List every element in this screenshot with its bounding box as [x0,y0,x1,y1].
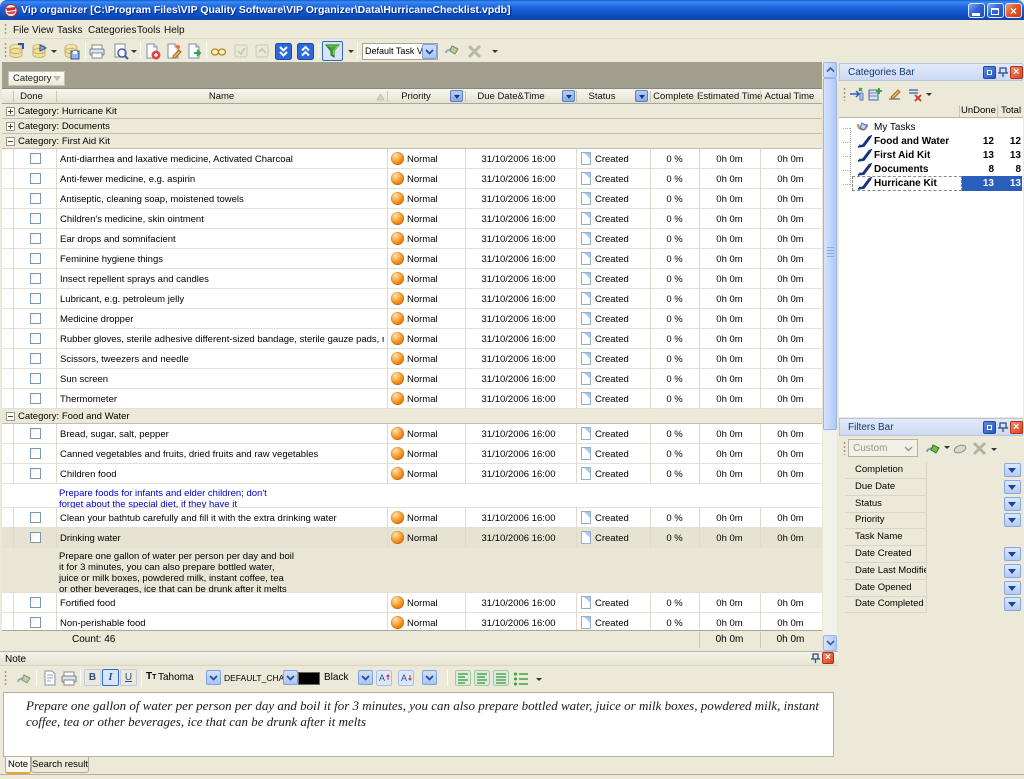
svg-text:A: A [379,673,385,683]
svg-text:A: A [401,673,407,683]
